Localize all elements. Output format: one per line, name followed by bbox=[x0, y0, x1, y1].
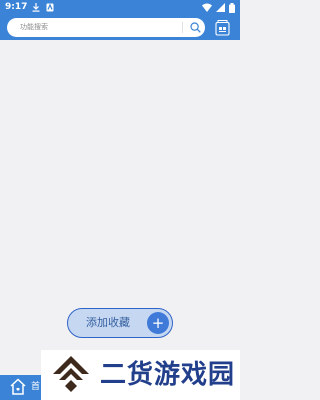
search-input[interactable]: 功能搜索 bbox=[20, 18, 48, 37]
cards-icon[interactable] bbox=[215, 19, 230, 36]
battery-icon bbox=[229, 3, 235, 13]
watermark-logo bbox=[53, 356, 89, 392]
search-bar[interactable]: 功能搜索 bbox=[7, 18, 205, 37]
status-right-icons bbox=[202, 3, 235, 13]
wifi-icon bbox=[202, 3, 212, 12]
nav-home-label[interactable]: 首 bbox=[31, 375, 40, 400]
add-favorite-button[interactable]: 添加收藏 + bbox=[67, 308, 173, 338]
status-bar: 9:17 bbox=[0, 0, 240, 15]
download-icon bbox=[32, 3, 40, 12]
main-content: 添加收藏 + bbox=[0, 40, 240, 375]
search-divider bbox=[182, 22, 183, 33]
watermark-text: 二货游戏园 bbox=[100, 360, 236, 390]
app-header: 功能搜索 bbox=[0, 15, 240, 40]
search-icon[interactable] bbox=[190, 22, 201, 33]
home-icon[interactable] bbox=[10, 378, 26, 395]
plus-icon[interactable]: + bbox=[147, 312, 169, 334]
status-time: 9:17 bbox=[5, 2, 28, 12]
add-favorite-label: 添加收藏 bbox=[86, 316, 130, 329]
signal-icon bbox=[216, 3, 225, 12]
watermark: 二货游戏园 bbox=[41, 350, 240, 400]
notification-icon bbox=[46, 3, 54, 12]
